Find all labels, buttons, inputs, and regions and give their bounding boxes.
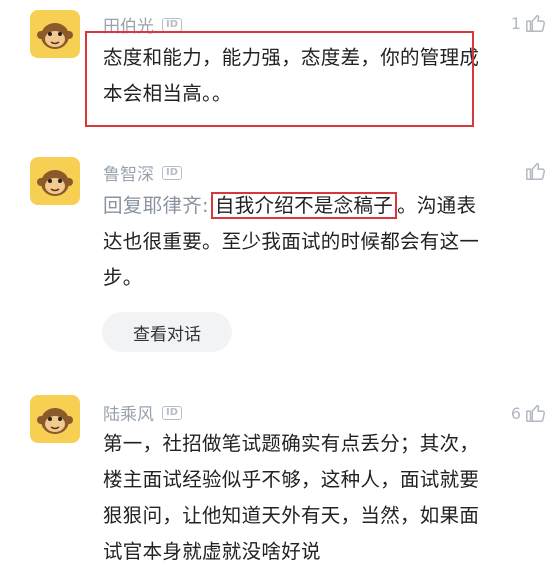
username[interactable]: 鲁智深: [103, 160, 154, 185]
thumbs-up-icon: [526, 162, 546, 180]
thumbs-up-icon: [526, 14, 546, 32]
username[interactable]: 陆乘风: [103, 400, 154, 425]
like-button[interactable]: 1: [511, 12, 547, 34]
comment-text: 第一，社招做笔试题确实有点丢分；其次，楼主面试经验似乎不够，这种人，面试就要狠狠…: [103, 432, 480, 563]
like-count: 1: [510, 13, 521, 33]
avatar[interactable]: [30, 395, 80, 443]
id-badge: ID: [162, 165, 183, 180]
reply-prefix[interactable]: 回复耶律齐:: [103, 194, 209, 217]
id-badge: ID: [162, 17, 183, 32]
id-badge: ID: [162, 405, 183, 420]
like-count: 6: [510, 403, 521, 423]
comment-text: 回复耶律齐: 自我介绍不是念稿子 。沟通表达也很重要。至少我面试的时候都会有这一步。: [103, 188, 488, 296]
username-row: 陆乘风 ID: [103, 400, 183, 425]
like-button[interactable]: [521, 160, 547, 182]
view-conversation-button[interactable]: 查看对话: [102, 312, 232, 352]
monkey-avatar-icon: [37, 408, 73, 434]
monkey-avatar-icon: [37, 170, 73, 196]
avatar[interactable]: [30, 10, 80, 58]
like-button[interactable]: 6: [511, 402, 547, 424]
highlighted-quote: 自我介绍不是念稿子: [210, 192, 398, 219]
username-row: 鲁智深 ID: [103, 160, 183, 185]
thumbs-up-icon: [526, 404, 546, 422]
monkey-avatar-icon: [37, 23, 73, 49]
annotation-box: [85, 31, 474, 127]
avatar[interactable]: [30, 157, 80, 205]
